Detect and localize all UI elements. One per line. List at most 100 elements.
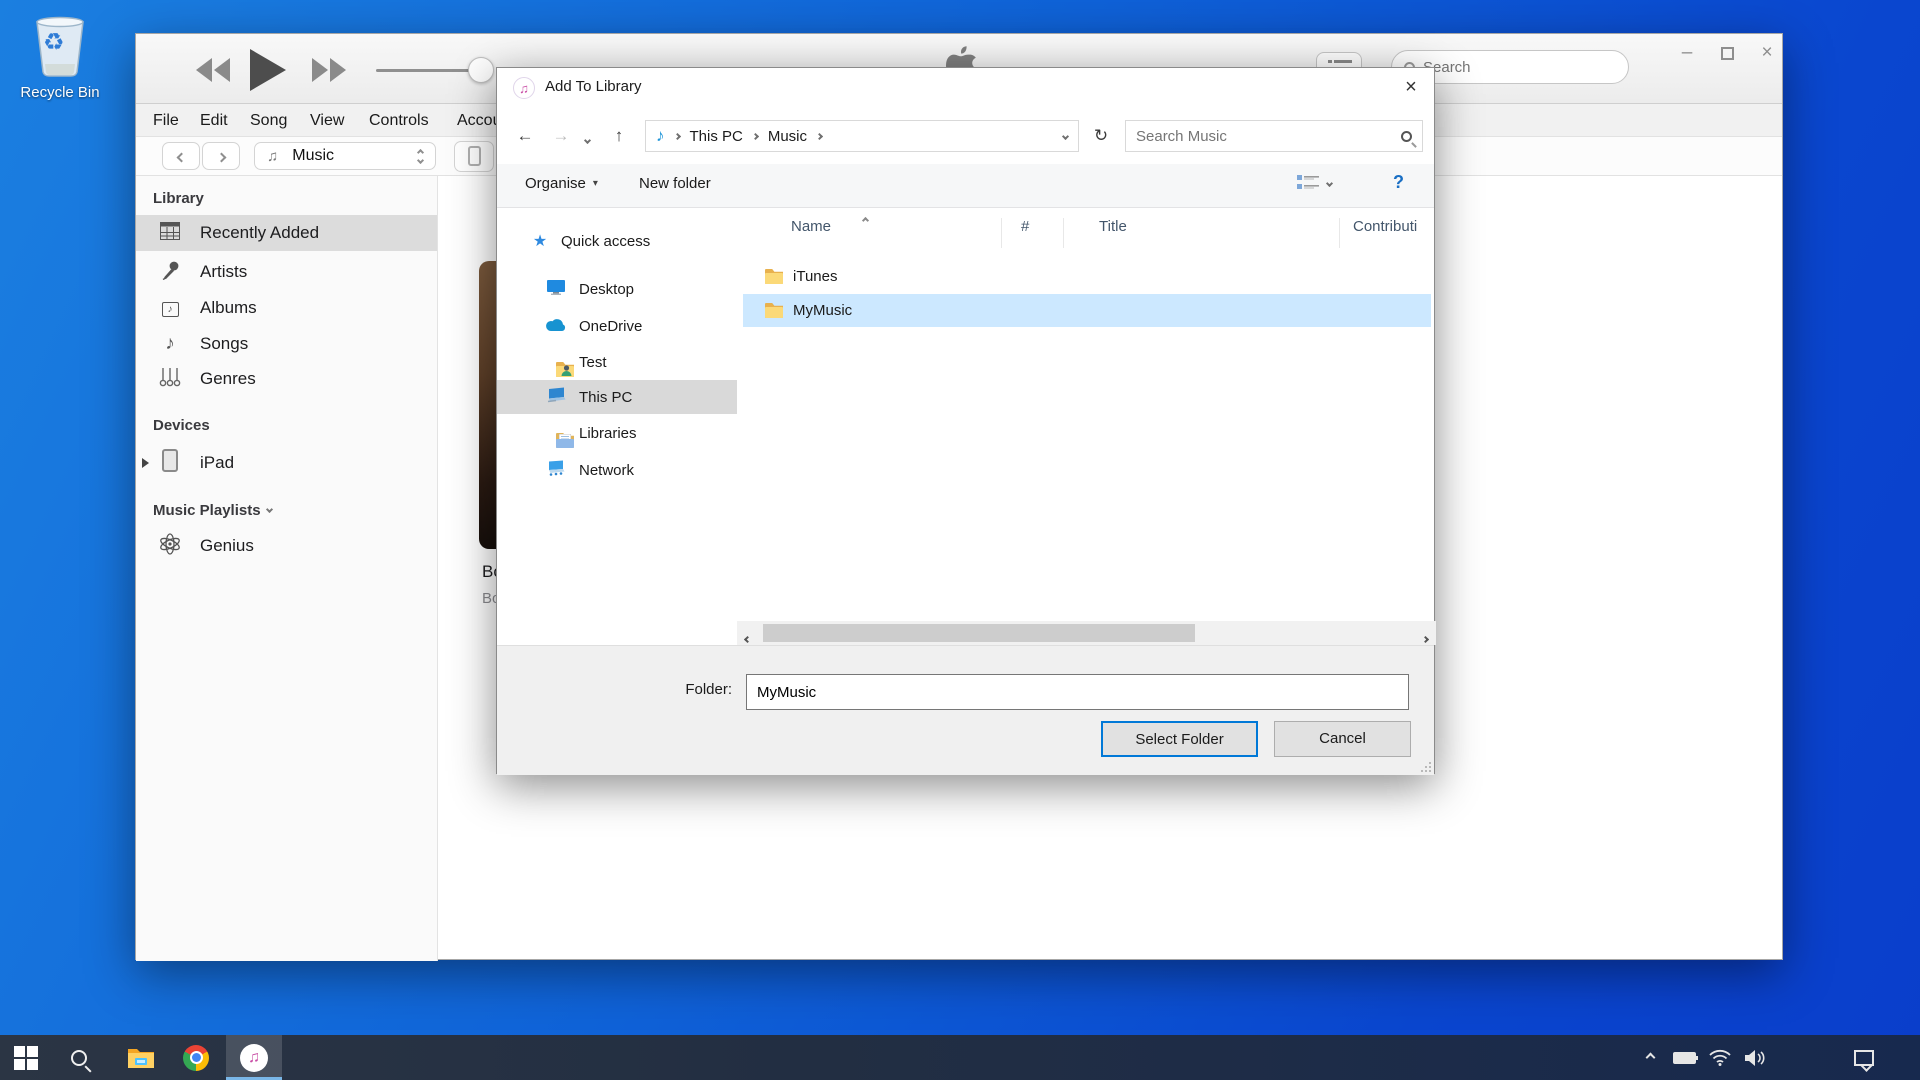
music-playlists-label: Music Playlists [153, 502, 261, 519]
nav-item-label: This PC [579, 389, 632, 406]
action-center-button[interactable] [1848, 1035, 1880, 1080]
windows-logo-icon [14, 1046, 38, 1070]
itunes-search-input[interactable] [1423, 59, 1593, 76]
nav-item-test-user[interactable]: Test [497, 345, 737, 379]
sidebar-item-label: Songs [200, 334, 248, 354]
cancel-button[interactable]: Cancel [1274, 721, 1411, 757]
start-button[interactable] [2, 1035, 50, 1080]
file-explorer-button[interactable] [117, 1035, 165, 1080]
breadcrumb-chevron-icon[interactable] [816, 132, 823, 139]
sidebar-item-recently-added[interactable]: Recently Added [136, 215, 437, 251]
breadcrumb-chevron-icon[interactable] [673, 132, 680, 139]
scrollbar-thumb[interactable] [763, 624, 1195, 642]
minimize-button[interactable]: – [1670, 40, 1704, 68]
column-divider[interactable] [1339, 218, 1340, 248]
chrome-button[interactable] [172, 1035, 220, 1080]
volume-icon[interactable] [1740, 1035, 1772, 1080]
menu-view[interactable]: View [306, 110, 348, 132]
previous-track-icon[interactable] [196, 58, 232, 87]
forward-button[interactable]: → [545, 121, 577, 151]
nav-item-network[interactable]: Network [497, 453, 737, 487]
back-button[interactable]: ← [509, 121, 541, 151]
nav-item-quick-access[interactable]: ★ Quick access [497, 224, 737, 258]
wifi-icon[interactable] [1704, 1035, 1736, 1080]
file-name: MyMusic [793, 302, 852, 319]
dialog-search-input[interactable] [1136, 128, 1401, 145]
nav-item-this-pc[interactable]: This PC [497, 380, 737, 414]
close-button[interactable]: × [1750, 40, 1784, 68]
recycle-bin-shortcut[interactable]: ♻ Recycle Bin [12, 14, 108, 101]
expand-arrow-icon[interactable] [142, 458, 149, 468]
scroll-left-arrow[interactable] [745, 629, 750, 646]
battery-icon[interactable] [1668, 1035, 1700, 1080]
folder-name-input[interactable] [746, 674, 1409, 710]
help-button[interactable]: ? [1393, 172, 1404, 193]
music-note-icon: ♫ [267, 148, 278, 165]
address-bar[interactable]: ♪ This PC Music [645, 120, 1079, 152]
recycle-bin-label: Recycle Bin [12, 84, 108, 101]
next-track-icon[interactable] [312, 58, 348, 87]
menu-file[interactable]: File [149, 110, 183, 132]
resize-grip[interactable] [1421, 762, 1431, 772]
nav-item-libraries[interactable]: Libraries [497, 416, 737, 450]
new-folder-button[interactable]: New folder [639, 175, 711, 192]
horizontal-scrollbar[interactable] [737, 621, 1436, 645]
sidebar-item-songs[interactable]: ♪ Songs [136, 326, 437, 362]
file-row-itunes[interactable]: iTunes [743, 260, 1431, 293]
sidebar-item-label: Albums [200, 298, 257, 318]
recent-locations-dropdown[interactable] [585, 130, 590, 147]
sidebar-item-genius[interactable]: Genius [136, 528, 437, 564]
dialog-toolbar: Organise ▾ New folder ? [497, 164, 1434, 208]
music-playlists-header[interactable]: Music Playlists [153, 502, 272, 519]
breadcrumb-music[interactable]: Music [768, 128, 807, 145]
sort-ascending-icon[interactable] [863, 210, 868, 227]
breadcrumb-chevron-icon[interactable] [752, 132, 759, 139]
add-to-library-dialog: ♫ Add To Library × ← → ↑ ♪ This PC Music… [496, 67, 1435, 774]
folder-label: Folder: [637, 681, 732, 698]
menu-controls[interactable]: Controls [365, 110, 433, 132]
dialog-search-box[interactable] [1125, 120, 1423, 152]
play-icon[interactable] [250, 49, 286, 96]
column-header-title[interactable]: Title [1099, 218, 1127, 235]
itunes-icon: ♫ [240, 1044, 268, 1072]
column-divider[interactable] [1001, 218, 1002, 248]
recycle-symbol: ♻ [43, 28, 65, 57]
sidebar-item-albums[interactable]: ♪ Albums [136, 290, 437, 326]
device-button[interactable] [454, 141, 494, 172]
nav-back-button[interactable] [162, 142, 200, 170]
nav-forward-button[interactable] [202, 142, 240, 170]
ipad-icon [156, 449, 184, 477]
media-kind-selector[interactable]: ♫ Music [254, 142, 436, 170]
taskbar-search-button[interactable] [55, 1035, 103, 1080]
select-folder-button[interactable]: Select Folder [1101, 721, 1258, 757]
nav-item-onedrive[interactable]: OneDrive [497, 309, 737, 343]
up-button[interactable]: ↑ [603, 121, 635, 151]
change-view-button[interactable] [1297, 174, 1332, 192]
dialog-close-button[interactable]: × [1388, 68, 1434, 106]
column-divider[interactable] [1063, 218, 1064, 248]
maximize-button[interactable] [1710, 40, 1744, 68]
column-header-contributing[interactable]: Contributi [1353, 218, 1433, 235]
maximize-icon [1721, 47, 1734, 60]
volume-slider-knob[interactable] [468, 57, 494, 83]
show-hidden-icons-button[interactable] [1634, 1035, 1666, 1080]
organise-button[interactable]: Organise ▾ [525, 175, 598, 192]
menu-edit[interactable]: Edit [196, 110, 232, 132]
chevron-right-icon [216, 153, 226, 163]
scroll-right-arrow[interactable] [1423, 629, 1428, 646]
file-row-mymusic[interactable]: MyMusic [743, 294, 1431, 327]
column-header-name[interactable]: Name [791, 218, 831, 235]
sidebar-item-label: Genres [200, 369, 256, 389]
nav-item-desktop[interactable]: Desktop [497, 272, 737, 306]
breadcrumb-this-pc[interactable]: This PC [690, 128, 743, 145]
menu-song[interactable]: Song [246, 110, 291, 132]
address-dropdown-icon[interactable] [1062, 132, 1069, 139]
column-header-number[interactable]: # [1021, 218, 1029, 235]
sidebar-item-ipad[interactable]: iPad [136, 445, 437, 481]
volume-slider-track[interactable] [376, 69, 472, 72]
sidebar-item-genres[interactable]: Genres [136, 361, 437, 397]
refresh-button[interactable]: ↻ [1085, 121, 1117, 151]
itunes-taskbar-button[interactable]: ♫ [226, 1035, 282, 1080]
sidebar-item-label: Genius [200, 536, 254, 556]
sidebar-item-artists[interactable]: Artists [136, 254, 437, 290]
